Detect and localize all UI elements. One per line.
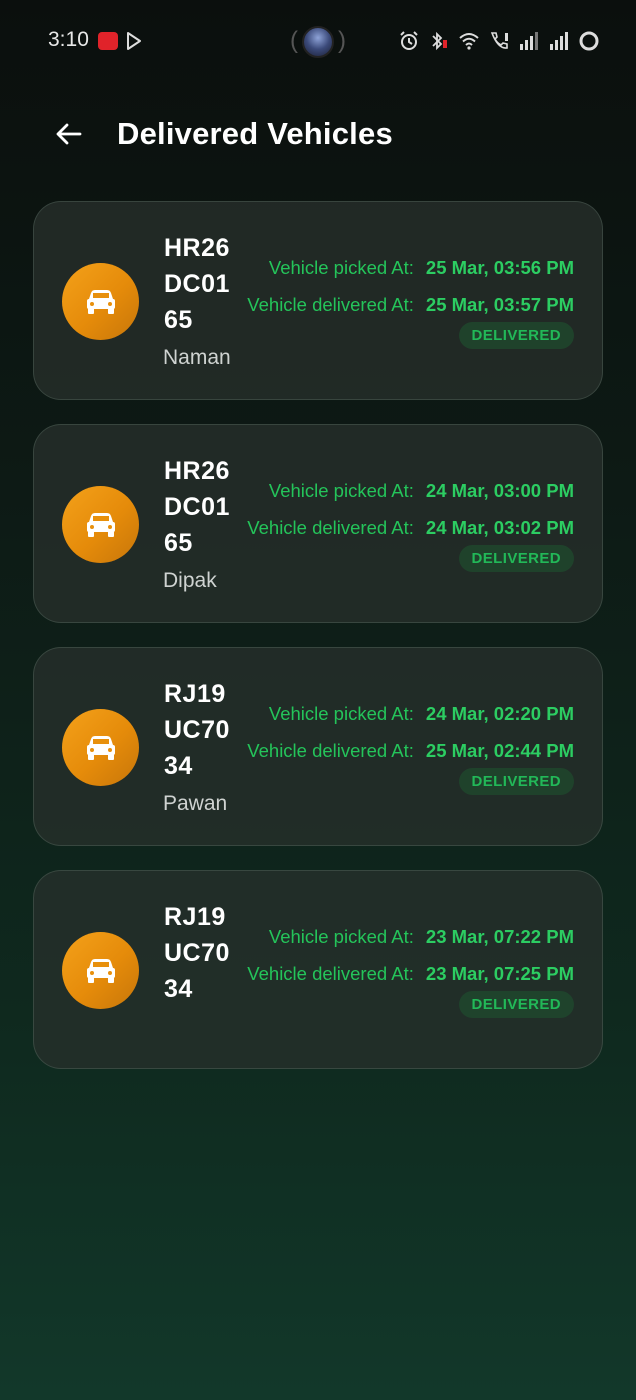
- media-indicator: ( ): [290, 24, 346, 60]
- signal-1-icon: [520, 32, 538, 50]
- picked-at-value: 25 Mar, 03:56 PM: [425, 257, 574, 278]
- driver-name: Naman: [163, 346, 231, 369]
- status-time: 3:10: [48, 28, 89, 51]
- delivered-at-row: Vehicle delivered At: 23 Mar, 07:25 PM: [247, 962, 574, 986]
- alarm-icon: [400, 31, 418, 50]
- status-icons: [398, 28, 600, 54]
- car-icon: [86, 958, 115, 983]
- right-paren-icon: ): [338, 27, 346, 54]
- delivered-at-value: 25 Mar, 02:44 PM: [425, 740, 574, 761]
- header: Delivered Vehicles: [0, 100, 636, 172]
- status-badge: DELIVERED: [458, 991, 574, 1018]
- picked-at-label: Vehicle picked At:: [268, 480, 414, 501]
- delivered-at-label: Vehicle delivered At:: [247, 963, 414, 984]
- vehicle-plate: RJ19UC7034: [164, 903, 230, 1003]
- delivery-list: HR26DC0165 Naman Vehicle picked At: 25 M…: [33, 201, 603, 1093]
- back-button[interactable]: [48, 114, 88, 154]
- car-icon: [86, 289, 115, 314]
- car-icon: [86, 512, 115, 537]
- picked-at-row: Vehicle picked At: 23 Mar, 07:22 PM: [269, 925, 574, 949]
- delivered-at-row: Vehicle delivered At: 25 Mar, 03:57 PM: [247, 293, 574, 317]
- status-bar: 3:10 ( ): [0, 0, 636, 80]
- delivered-at-label: Vehicle delivered At:: [247, 517, 414, 538]
- car-icon-badge: [62, 709, 139, 786]
- delivered-at-label: Vehicle delivered At:: [247, 294, 414, 315]
- picked-at-row: Vehicle picked At: 24 Mar, 03:00 PM: [269, 479, 574, 503]
- picked-at-value: 23 Mar, 07:22 PM: [425, 926, 574, 947]
- picked-at-label: Vehicle picked At:: [268, 703, 414, 724]
- driver-name: Dipak: [163, 569, 217, 592]
- delivery-card[interactable]: HR26DC0165 Naman Vehicle picked At: 25 M…: [33, 201, 603, 400]
- delivered-at-value: 23 Mar, 07:25 PM: [425, 963, 574, 984]
- bluetooth-battery-icon: [432, 31, 447, 51]
- page-title: Delivered Vehicles: [117, 116, 393, 151]
- signal-2-icon: [550, 32, 568, 50]
- picked-at-row: Vehicle picked At: 24 Mar, 02:20 PM: [269, 702, 574, 726]
- status-badge: DELIVERED: [458, 322, 574, 349]
- delivery-card[interactable]: RJ19UC7034 Pawan Vehicle picked At: 24 M…: [33, 647, 603, 846]
- status-badge: DELIVERED: [458, 768, 574, 795]
- delivered-at-row: Vehicle delivered At: 24 Mar, 03:02 PM: [247, 516, 574, 540]
- vehicle-plate: RJ19UC7034: [164, 680, 230, 780]
- left-paren-icon: (: [290, 27, 298, 54]
- play-store-icon: [127, 32, 141, 50]
- car-icon: [86, 735, 115, 760]
- wifi-calling-icon: [490, 32, 508, 49]
- delivery-card[interactable]: HR26DC0165 Dipak Vehicle picked At: 24 M…: [33, 424, 603, 623]
- delivered-at-row: Vehicle delivered At: 25 Mar, 02:44 PM: [247, 739, 574, 763]
- picked-at-label: Vehicle picked At:: [268, 926, 414, 947]
- car-icon-badge: [62, 486, 139, 563]
- status-badge: DELIVERED: [458, 545, 574, 572]
- arrow-left-icon: [56, 123, 82, 145]
- car-icon-badge: [62, 263, 139, 340]
- picked-at-label: Vehicle picked At:: [268, 257, 414, 278]
- delivered-at-value: 24 Mar, 03:02 PM: [425, 517, 574, 538]
- picked-at-value: 24 Mar, 02:20 PM: [425, 703, 574, 724]
- driver-name: Pawan: [163, 792, 228, 815]
- delivered-at-value: 25 Mar, 03:57 PM: [425, 294, 574, 315]
- wifi-icon: [459, 33, 479, 50]
- car-icon-badge: [62, 932, 139, 1009]
- delivered-at-label: Vehicle delivered At:: [247, 740, 414, 761]
- vehicle-plate: HR26DC0165: [164, 234, 230, 334]
- avatar: [302, 26, 334, 58]
- vehicle-plate: HR26DC0165: [164, 457, 230, 557]
- delivery-card[interactable]: RJ19UC7034 Vehicle picked At: 23 Mar, 07…: [33, 870, 603, 1069]
- picked-at-value: 24 Mar, 03:00 PM: [425, 480, 574, 501]
- picked-at-row: Vehicle picked At: 25 Mar, 03:56 PM: [269, 256, 574, 280]
- airtel-app-icon: [98, 32, 118, 50]
- battery-ring-icon: [579, 31, 599, 51]
